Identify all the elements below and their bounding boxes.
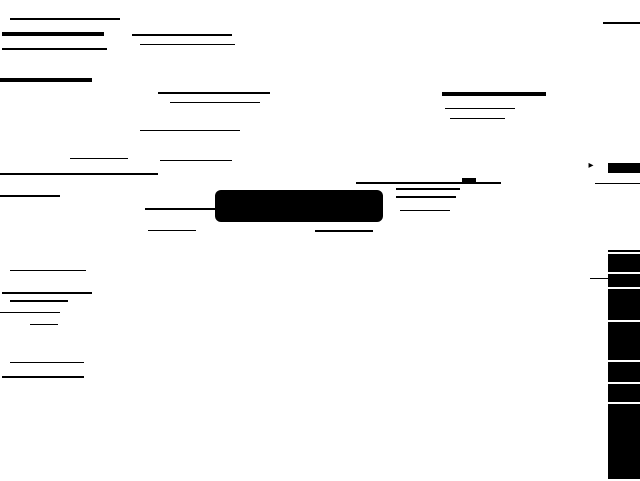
right-card-title xyxy=(442,92,546,96)
section-title-line xyxy=(158,92,270,94)
left-block-2 xyxy=(2,292,92,294)
close-button[interactable] xyxy=(603,22,640,24)
mid-long-line xyxy=(0,173,158,175)
right-list-title xyxy=(356,182,501,184)
panel-sep-2 xyxy=(608,272,640,274)
right-list-badge xyxy=(462,178,476,184)
left-footer-1 xyxy=(10,362,84,363)
right-panel xyxy=(608,250,640,479)
panel-sep-4 xyxy=(608,320,640,322)
title-line xyxy=(10,18,120,20)
panel-left-tick xyxy=(590,278,608,279)
panel-sep-1 xyxy=(608,252,640,254)
header-text-2 xyxy=(140,44,235,45)
right-card-text-2 xyxy=(450,118,505,119)
right-list-item-2[interactable] xyxy=(396,196,456,198)
right-list-item-1[interactable] xyxy=(396,188,460,190)
header-text-1 xyxy=(132,34,232,36)
mid-left-line xyxy=(0,195,60,197)
panel-sep-7 xyxy=(608,402,640,404)
submenu-line xyxy=(2,48,107,50)
top-left-header xyxy=(0,10,130,90)
left-block-1 xyxy=(10,270,86,271)
left-block-4 xyxy=(0,312,60,313)
left-footer-2 xyxy=(2,376,84,378)
panel-sep-6 xyxy=(608,382,640,384)
mid-text-2 xyxy=(160,160,232,161)
mid-text-1 xyxy=(70,158,128,159)
right-sidebar-divider xyxy=(595,183,640,184)
left-block-5 xyxy=(30,324,58,325)
menu-bar[interactable] xyxy=(2,32,104,36)
left-block-3 xyxy=(10,300,68,302)
section-sub-2 xyxy=(140,130,240,131)
headline-underline[interactable] xyxy=(315,230,373,232)
section-sub-1 xyxy=(170,102,260,103)
right-sidebar-tab[interactable] xyxy=(608,163,640,173)
right-card-text-1 xyxy=(445,108,515,109)
panel-sep-3 xyxy=(608,287,640,289)
cursor-icon: ▸ xyxy=(588,159,594,171)
nav-bar[interactable] xyxy=(0,78,92,82)
headline-left-bar xyxy=(145,208,225,210)
right-list-item-3[interactable] xyxy=(400,210,450,211)
headline-shape xyxy=(215,190,383,222)
headline-caption xyxy=(148,230,196,231)
panel-sep-5 xyxy=(608,360,640,362)
